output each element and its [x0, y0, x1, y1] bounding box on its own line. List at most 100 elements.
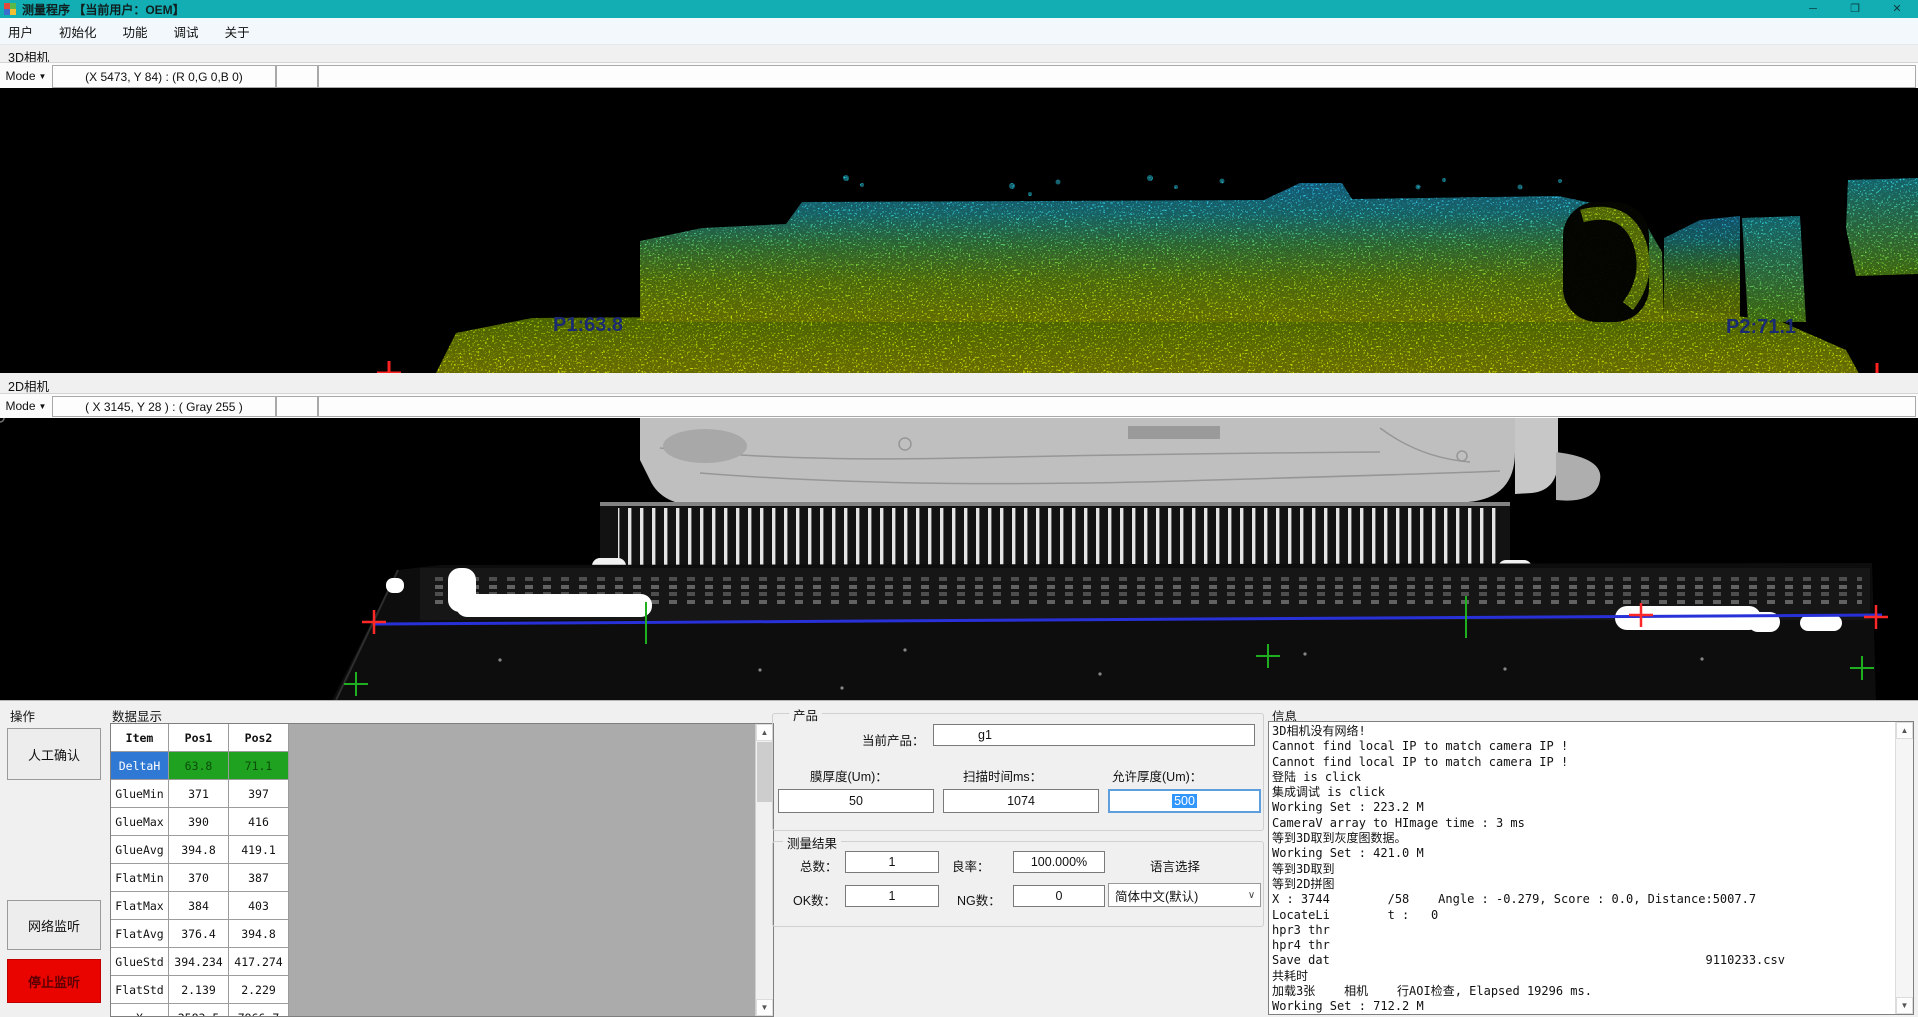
p1-measurement-label: P1:63.8 — [553, 314, 623, 336]
table-row[interactable]: GlueMin 371 397 — [111, 780, 289, 808]
table-row[interactable]: FlatAvg 376.4 394.8 — [111, 920, 289, 948]
scrollbar-up-icon[interactable]: ▲ — [756, 724, 773, 741]
table-row[interactable]: FlatStd 2.139 2.229 — [111, 976, 289, 1004]
scrollbar-down-icon[interactable]: ▼ — [756, 999, 773, 1016]
app-window: 测量程序 【当前用户：OEM】 ─ ❐ ✕ 用户 初始化 功能 调试 关于 3D… — [0, 0, 1918, 1017]
table-cell-pos1: 370 — [169, 864, 229, 892]
allowed-thickness-field[interactable]: 500 — [1108, 789, 1261, 813]
log-line: 等到2D拼图 — [1272, 877, 1894, 892]
measurement-table: Item Pos1 Pos2 DeltaH 63.8 71.1 GlueMin … — [110, 723, 774, 1017]
log-line: 共耗时 — [1272, 969, 1894, 984]
table-cell-pos1: 63.8 — [169, 752, 229, 780]
menu-function[interactable]: 功能 — [123, 22, 148, 41]
table-header-row: Item Pos1 Pos2 — [111, 724, 289, 752]
table-cell-pos2: 416 — [229, 808, 289, 836]
table-cell-item: X — [111, 1004, 169, 1017]
gray-image-canvas[interactable] — [0, 418, 1918, 700]
minimize-button[interactable]: ─ — [1792, 0, 1834, 18]
log-line: Working Set : 223.2 M — [1272, 800, 1894, 815]
language-select-label: 语言选择 — [1150, 856, 1200, 875]
table-cell-pos1: 394.8 — [169, 836, 229, 864]
table-header: Item — [111, 724, 169, 752]
product-groupbox-label: 产品 — [789, 705, 822, 724]
measurement-table-body: DeltaH 63.8 71.1 GlueMin 371 397 GlueMax… — [111, 752, 289, 1017]
log-line: 等到3D取到灰度图数据。 — [1272, 831, 1894, 846]
maximize-button[interactable]: ❐ — [1834, 0, 1876, 18]
ok-count-label: OK数： — [793, 890, 836, 909]
table-row[interactable]: X 2583.5 7966.7 — [111, 1004, 289, 1017]
selected-text: 500 — [1172, 794, 1197, 808]
total-count-field[interactable]: 1 — [845, 851, 939, 873]
log-line: Working Set : 712.2 M — [1272, 999, 1894, 1014]
log-content: 3D相机没有网络!Cannot find local IP to match c… — [1272, 724, 1894, 1015]
table-cell-pos2: 2.229 — [229, 976, 289, 1004]
menu-about[interactable]: 关于 — [225, 22, 250, 41]
camera3d-status-filler — [318, 65, 1916, 88]
scrollbar-thumb[interactable] — [757, 742, 772, 802]
log-line: hpr3 thr — [1272, 923, 1894, 938]
table-cell-item: DeltaH — [111, 752, 169, 780]
scrollbar-up-icon[interactable]: ▲ — [1896, 722, 1913, 739]
network-listen-button[interactable]: 网络监听 — [7, 900, 101, 950]
table-cell-item: FlatMin — [111, 864, 169, 892]
camera2d-status-filler — [318, 396, 1916, 417]
table-cell-pos2: 387 — [229, 864, 289, 892]
language-combobox[interactable]: 简体中文(默认) ∨ — [1108, 883, 1261, 907]
menu-initialize[interactable]: 初始化 — [59, 22, 97, 41]
table-cell-item: FlatMax — [111, 892, 169, 920]
table-header: Pos1 — [169, 724, 229, 752]
table-cell-pos2: 71.1 — [229, 752, 289, 780]
app-icon — [4, 3, 16, 15]
film-thickness-field[interactable]: 50 — [778, 789, 934, 813]
camera3d-mode-bar: Mode▼ (X 5473, Y 84) : (R 0,G 0,B 0) — [0, 62, 1918, 90]
camera3d-mode-button[interactable]: Mode▼ — [3, 66, 49, 86]
table-cell-pos2: 7966.7 — [229, 1004, 289, 1017]
chevron-down-icon: ∨ — [1243, 890, 1260, 901]
ng-count-field[interactable]: 0 — [1013, 885, 1105, 907]
menu-user[interactable]: 用户 — [8, 22, 33, 41]
table-row[interactable]: DeltaH 63.8 71.1 — [111, 752, 289, 780]
bottom-panel: 操作 人工确认 网络监听 停止监听 数据显示 Item Pos1 Pos2 De… — [0, 700, 1918, 1017]
table-row[interactable]: GlueMax 390 416 — [111, 808, 289, 836]
ng-count-label: NG数： — [957, 890, 1001, 909]
menu-bar: 用户 初始化 功能 调试 关于 — [0, 18, 1918, 45]
log-line: 集成调试 is click — [1272, 785, 1894, 800]
current-product-field[interactable]: g1 — [933, 724, 1255, 746]
camera2d-pixel-status: ( X 3145, Y 28 ) : ( Gray 255 ) — [52, 396, 276, 417]
chevron-down-icon: ▼ — [39, 402, 47, 411]
scrollbar-down-icon[interactable]: ▼ — [1896, 997, 1913, 1014]
stop-listen-button[interactable]: 停止监听 — [7, 959, 101, 1003]
p2-measurement-label: P2:71.1 — [1726, 316, 1796, 338]
total-count-label: 总数： — [800, 856, 838, 875]
manual-confirm-button[interactable]: 人工确认 — [7, 728, 101, 780]
table-cell-item: FlatStd — [111, 976, 169, 1004]
scan-time-field[interactable]: 1074 — [943, 789, 1099, 813]
table-cell-pos1: 2.139 — [169, 976, 229, 1004]
table-cell-item: GlueMin — [111, 780, 169, 808]
camera2d-mode-button[interactable]: Mode▼ — [3, 396, 49, 416]
table-cell-pos1: 394.234 — [169, 948, 229, 976]
table-row[interactable]: GlueStd 394.234 417.274 — [111, 948, 289, 976]
log-line: Save dat 9110233.csv — [1272, 953, 1894, 968]
height-map-canvas[interactable]: P1:63.8 P2:71.1 — [0, 88, 1918, 373]
camera3d-status-cell — [276, 65, 318, 88]
table-scrollbar[interactable]: ▲ ▼ — [755, 724, 773, 1016]
info-log-box[interactable]: 3D相机没有网络!Cannot find local IP to match c… — [1268, 721, 1914, 1015]
info-scrollbar[interactable]: ▲ ▼ — [1895, 722, 1913, 1014]
chevron-down-icon: ▼ — [39, 72, 47, 81]
log-line: Working Set : 421.0 M — [1272, 846, 1894, 861]
table-row[interactable]: FlatMin 370 387 — [111, 864, 289, 892]
window-title: 测量程序 【当前用户：OEM】 — [22, 1, 185, 18]
table-header: Pos2 — [229, 724, 289, 752]
camera3d-pixel-status: (X 5473, Y 84) : (R 0,G 0,B 0) — [52, 65, 276, 88]
yield-field[interactable]: 100.000% — [1013, 851, 1105, 873]
allowed-thickness-label: 允许厚度(Um)： — [1112, 766, 1202, 785]
scan-time-label: 扫描时间ms： — [963, 766, 1042, 785]
table-row[interactable]: GlueAvg 394.8 419.1 — [111, 836, 289, 864]
menu-debug[interactable]: 调试 — [174, 22, 199, 41]
close-button[interactable]: ✕ — [1876, 0, 1918, 18]
ok-count-field[interactable]: 1 — [845, 885, 939, 907]
log-line: hpr4 thr — [1272, 938, 1894, 953]
table-cell-item: GlueStd — [111, 948, 169, 976]
table-row[interactable]: FlatMax 384 403 — [111, 892, 289, 920]
